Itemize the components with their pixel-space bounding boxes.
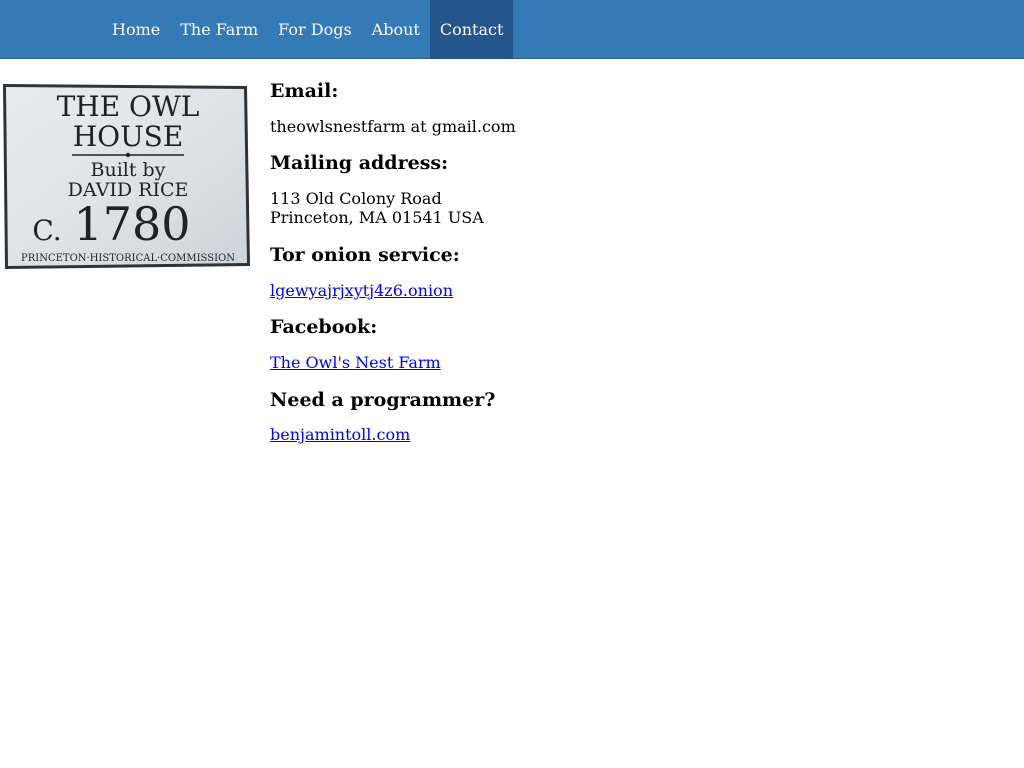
navbar: Home The Farm For Dogs About Contact xyxy=(0,0,1024,59)
contact-content: Email: theowlsnestfarm at gmail.com Mail… xyxy=(270,78,970,444)
owl-house-sign-image: THE OWL HOUSE Built by DAVID RICE C. 178… xyxy=(2,82,250,270)
nav-menu: Home The Farm For Dogs About Contact xyxy=(102,0,514,59)
sign-text-year: 1780 xyxy=(73,197,190,251)
programmer-heading: Need a programmer? xyxy=(270,389,496,411)
email-heading: Email: xyxy=(270,80,339,102)
facebook-link[interactable]: The Owl's Nest Farm xyxy=(270,353,441,372)
sign-text-prefix: C. xyxy=(32,214,61,247)
sign-text-line2: HOUSE xyxy=(73,120,184,153)
mailing-address-heading: Mailing address: xyxy=(270,152,449,174)
programmer-link[interactable]: benjamintoll.com xyxy=(270,425,410,444)
sign-text-line3: Built by xyxy=(91,159,166,181)
nav-item-the-farm[interactable]: The Farm xyxy=(170,0,268,59)
mailing-address: 113 Old Colony Road Princeton, MA 01541 … xyxy=(270,189,970,227)
nav-item-for-dogs[interactable]: For Dogs xyxy=(268,0,362,59)
address-line2: Princeton, MA 01541 USA xyxy=(270,208,484,227)
tor-heading: Tor onion service: xyxy=(270,244,460,266)
sign-text-footer: PRINCETON·HISTORICAL·COMMISSION xyxy=(21,253,235,264)
nav-item-home[interactable]: Home xyxy=(102,0,170,59)
facebook-heading: Facebook: xyxy=(270,316,378,338)
address-line1: 113 Old Colony Road xyxy=(270,189,442,208)
nav-item-about[interactable]: About xyxy=(362,0,430,59)
tor-onion-link[interactable]: lgewyajrjxytj4z6.onion xyxy=(270,281,453,300)
email-value: theowlsnestfarm at gmail.com xyxy=(270,117,516,136)
sign-text-line1: THE OWL xyxy=(57,90,200,123)
sign-graphic: THE OWL HOUSE Built by DAVID RICE C. 178… xyxy=(3,84,250,269)
nav-item-contact[interactable]: Contact xyxy=(429,0,514,59)
